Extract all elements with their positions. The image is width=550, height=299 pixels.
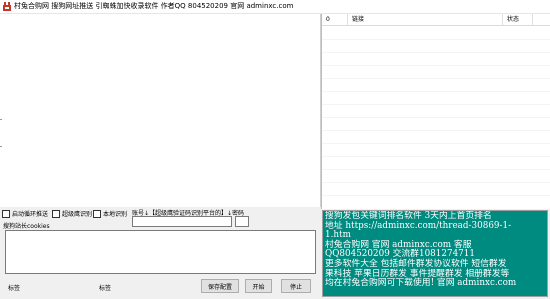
title-bar: 村兔合购网 搜狗网址推送 引蜘蛛加快收录软件 作者QQ 804520209 官网… [0, 0, 550, 14]
cookie-label: 搜狗站长cookies [3, 223, 50, 230]
local-captcha-checkbox[interactable]: 本地识别 [93, 209, 127, 218]
grid-line [322, 104, 550, 105]
grid-line [322, 156, 550, 157]
column-divider[interactable] [532, 14, 533, 25]
window-title: 村兔合购网 搜狗网址推送 引蜘蛛加快收录软件 作者QQ 804520209 官网… [14, 2, 294, 10]
panel-tick [0, 146, 2, 147]
app-icon [3, 2, 11, 11]
column-divider[interactable] [502, 14, 503, 25]
super-captcha-label: 超级鹰识别 [62, 211, 93, 218]
grid-line [322, 52, 550, 53]
ad-panel[interactable]: 搜狗发包关键词排名软件 3天内上首页排名 地址 https://adminxc.… [322, 210, 548, 297]
status-label-1: 标签 [8, 285, 21, 292]
checkbox-box[interactable] [93, 209, 101, 218]
grid-line [322, 78, 550, 79]
grid-line [322, 117, 550, 118]
checkbox-box[interactable] [52, 209, 60, 218]
save-config-button[interactable]: 保存配置 [201, 279, 239, 293]
url-table[interactable]: 0 链接 状态 [321, 14, 550, 209]
column-divider[interactable] [347, 14, 348, 25]
auto-loop-label: 启动循环推送 [12, 211, 49, 218]
status-label-2: 标签 [99, 285, 112, 292]
grid-line [322, 91, 550, 92]
grid-line [322, 39, 550, 40]
table-header: 0 链接 状态 [322, 14, 550, 26]
grid-line [322, 195, 550, 196]
cookie-textarea[interactable] [5, 230, 316, 274]
stop-button[interactable]: 停止 [281, 279, 311, 293]
password-input[interactable] [235, 216, 249, 227]
panel-tick [0, 119, 2, 120]
grid-line [322, 182, 550, 183]
auto-loop-checkbox[interactable]: 启动循环推送 [2, 209, 48, 218]
log-panel[interactable] [0, 14, 321, 207]
column-header-index[interactable]: 0 [326, 16, 330, 23]
grid-line [322, 169, 550, 170]
ad-line: 均在村兔合购网可下载使用! 官网 adminxc.com [325, 278, 517, 289]
ad-line: 地址 https://adminxc.com/thread-30869-1- [325, 220, 512, 231]
account-input[interactable] [132, 216, 232, 227]
local-captcha-label: 本地识别 [103, 211, 128, 218]
column-header-link[interactable]: 链接 [352, 16, 364, 23]
start-button[interactable]: 开始 [245, 279, 272, 293]
grid-line [322, 130, 550, 131]
super-captcha-checkbox[interactable]: 超级鹰识别 [52, 209, 92, 218]
grid-line [322, 143, 550, 144]
checkbox-box[interactable] [2, 209, 10, 218]
grid-line [322, 65, 550, 66]
column-header-status[interactable]: 状态 [507, 16, 519, 23]
